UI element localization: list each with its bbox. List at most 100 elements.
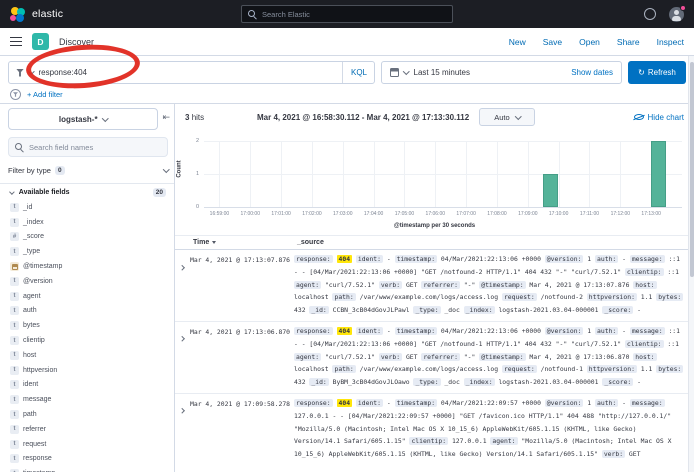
histogram-bar[interactable] <box>543 174 558 207</box>
field-item-message[interactable]: tmessage <box>0 392 174 407</box>
histogram-bar[interactable] <box>651 141 666 207</box>
time-range-value[interactable]: Last 15 minutes <box>414 68 470 77</box>
field-item-clientip[interactable]: tclientip <box>0 333 174 348</box>
field-badge: path: <box>332 293 355 301</box>
field-name: @version <box>23 278 53 285</box>
table-header: Time _source <box>175 235 694 250</box>
field-item-agent[interactable]: tagent <box>0 289 174 304</box>
chevron-down-icon[interactable] <box>28 68 34 74</box>
field-search-input[interactable] <box>29 143 161 152</box>
string-type-icon: t <box>10 277 19 286</box>
field-name: message <box>23 396 51 403</box>
string-type-icon: t <box>10 454 19 463</box>
menu-item-share[interactable]: Share <box>617 37 640 47</box>
collapse-sidebar-icon[interactable]: ⇤ <box>162 113 170 123</box>
field-badge: ident: <box>356 255 383 263</box>
available-fields-header[interactable]: Available fields 20 <box>10 188 166 197</box>
expand-icon[interactable] <box>180 397 190 461</box>
field-badge: @version: <box>545 399 584 407</box>
sidebar: ⇤ logstash-* Filter by type 0 Available … <box>0 104 175 472</box>
field-item-referrer[interactable]: treferrer <box>0 422 174 437</box>
field-name: auth <box>23 307 37 314</box>
filter-by-type-label: Filter by type <box>8 166 51 175</box>
scrollbar[interactable] <box>688 56 694 472</box>
saved-query-menu-icon[interactable] <box>10 89 21 100</box>
divider <box>0 183 174 184</box>
x-tick-label: 16:59:00 <box>203 211 235 217</box>
field-badge: request: <box>502 365 537 373</box>
row-source: response: 404 ident: - timestamp: 04/Mar… <box>294 397 694 461</box>
field-badge: response: <box>294 327 333 335</box>
query-language-button[interactable]: KQL <box>342 62 367 83</box>
field-item-timestamp[interactable]: ttimestamp <box>0 466 174 472</box>
field-search[interactable] <box>8 137 168 157</box>
x-tick-label: 17:10:00 <box>543 211 575 217</box>
discover-app-icon[interactable]: D <box>32 33 49 50</box>
field-item-path[interactable]: tpath <box>0 407 174 422</box>
query-text[interactable]: response:404 <box>39 68 87 77</box>
field-item-response[interactable]: tresponse <box>0 452 174 467</box>
refresh-button[interactable]: ↻ Refresh <box>628 61 686 84</box>
highlight-404: 404 <box>337 327 353 335</box>
field-item-request[interactable]: trequest <box>0 437 174 452</box>
menu-item-inspect[interactable]: Inspect <box>657 37 684 47</box>
chevron-right-icon <box>179 409 184 414</box>
field-name: host <box>23 352 36 359</box>
field-item-host[interactable]: thost <box>0 348 174 363</box>
field-item-auth[interactable]: tauth <box>0 304 174 319</box>
hide-chart-link[interactable]: Hide chart <box>634 113 684 122</box>
menu-item-save[interactable]: Save <box>543 37 562 47</box>
field-badge: @timestamp: <box>479 353 525 361</box>
field-badge: agent: <box>294 281 321 289</box>
string-type-icon: t <box>10 366 19 375</box>
elastic-logo-icon[interactable] <box>10 6 26 22</box>
top-menu: New Save Open Share Inspect <box>509 37 684 47</box>
search-icon <box>248 10 257 19</box>
field-badge: timestamp: <box>395 327 437 335</box>
field-item-httpversion[interactable]: thttpversion <box>0 363 174 378</box>
global-header: elastic <box>0 0 694 28</box>
field-item-_id[interactable]: t_id <box>0 200 174 215</box>
add-filter-link[interactable]: + Add filter <box>27 90 63 99</box>
index-pattern-select[interactable]: logstash-* <box>8 108 158 130</box>
global-search[interactable] <box>241 5 453 23</box>
field-badge: referrer: <box>421 281 460 289</box>
global-search-input[interactable] <box>262 10 446 19</box>
available-fields-label: Available fields <box>19 189 70 196</box>
field-item-bytes[interactable]: tbytes <box>0 318 174 333</box>
column-time[interactable]: Time <box>193 239 297 246</box>
field-item-@version[interactable]: t @version <box>0 274 174 289</box>
field-item-ident[interactable]: tident <box>0 378 174 393</box>
field-item-_type[interactable]: t_type <box>0 244 174 259</box>
field-item-_score[interactable]: #_score <box>0 230 174 245</box>
table-body: Mar 4, 2021 @ 17:13:07.876response: 404 … <box>175 250 694 465</box>
highlight-404: 404 <box>337 399 353 407</box>
show-dates-link[interactable]: Show dates <box>571 68 613 77</box>
field-badge: agent: <box>294 353 321 361</box>
hits-bar: 3 hits Mar 4, 2021 @ 16:58:30.112 - Mar … <box>175 104 694 130</box>
user-avatar[interactable] <box>669 7 684 22</box>
help-icon[interactable] <box>644 8 656 20</box>
interval-select[interactable]: Auto <box>479 108 535 126</box>
menu-item-new[interactable]: New <box>509 37 526 47</box>
x-tick-label: 17:00:00 <box>234 211 266 217</box>
expand-icon[interactable] <box>180 253 190 317</box>
field-badge: _id: <box>309 306 328 314</box>
field-badge: @timestamp: <box>479 281 525 289</box>
scrollbar-thumb[interactable] <box>690 62 694 277</box>
menu-icon[interactable] <box>10 37 22 47</box>
kibana-discover-screen: elastic D Discover New Save Open Share I… <box>0 0 694 472</box>
date-picker[interactable]: Last 15 minutes Show dates <box>381 61 622 84</box>
x-tick-label: 17:06:00 <box>419 211 451 217</box>
filter-by-type[interactable]: Filter by type 0 <box>8 161 168 179</box>
field-badge: message: <box>630 399 665 407</box>
string-type-icon: t <box>10 336 19 345</box>
chevron-down-icon[interactable] <box>403 68 409 74</box>
query-input[interactable]: response:404 KQL <box>8 61 375 84</box>
field-item-@timestamp[interactable]: @timestamp <box>0 259 174 274</box>
field-item-_index[interactable]: t_index <box>0 215 174 230</box>
expand-icon[interactable] <box>180 325 190 389</box>
menu-item-open[interactable]: Open <box>579 37 600 47</box>
field-badge: _score: <box>602 306 633 314</box>
field-name: ident <box>23 381 38 388</box>
